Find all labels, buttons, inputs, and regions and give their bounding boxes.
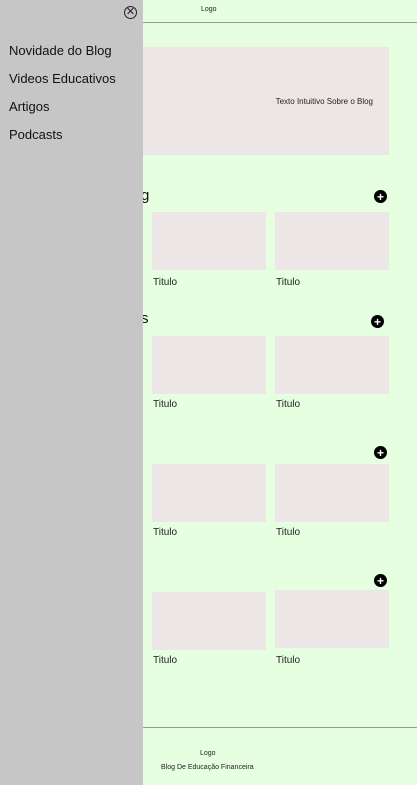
add-icon[interactable]: + xyxy=(371,315,384,328)
footer-tagline: Blog De Educação Financeira xyxy=(161,764,254,771)
card-title[interactable]: Titulo xyxy=(153,399,177,410)
add-icon[interactable]: + xyxy=(374,574,387,587)
card-thumbnail[interactable] xyxy=(152,336,266,394)
card-thumbnail[interactable] xyxy=(275,212,389,270)
menu-item-podcasts[interactable]: Podcasts xyxy=(9,127,62,142)
card-thumbnail[interactable] xyxy=(275,336,389,394)
menu-item-artigos[interactable]: Artigos xyxy=(9,99,49,114)
hero-text: Texto Intuitivo Sobre o Blog xyxy=(275,97,373,106)
menu-item-novidade[interactable]: Novidade do Blog xyxy=(9,43,112,58)
card-thumbnail[interactable] xyxy=(152,212,266,270)
card-title[interactable]: Titulo xyxy=(276,399,300,410)
add-icon[interactable]: + xyxy=(374,190,387,203)
card-thumbnail[interactable] xyxy=(275,590,389,648)
footer-logo: Logo xyxy=(200,750,216,757)
footer-divider xyxy=(143,727,417,728)
header-logo[interactable]: Logo xyxy=(201,6,217,13)
add-icon[interactable]: + xyxy=(374,446,387,459)
menu-item-videos[interactable]: Videos Educativos xyxy=(9,71,116,86)
header-divider xyxy=(143,22,417,23)
side-drawer: ✕ Novidade do Blog Videos Educativos Art… xyxy=(0,0,143,785)
card-title[interactable]: Titulo xyxy=(153,527,177,538)
close-icon[interactable]: ✕ xyxy=(124,6,137,19)
card-title[interactable]: Titulo xyxy=(153,655,177,666)
card-title[interactable]: Titulo xyxy=(153,277,177,288)
card-title[interactable]: Titulo xyxy=(276,527,300,538)
card-thumbnail[interactable] xyxy=(152,464,266,522)
card-title[interactable]: Titulo xyxy=(276,277,300,288)
card-title[interactable]: Titulo xyxy=(276,655,300,666)
card-thumbnail[interactable] xyxy=(275,464,389,522)
hero-banner: Texto Intuitivo Sobre o Blog xyxy=(143,47,389,155)
card-thumbnail[interactable] xyxy=(152,592,266,650)
